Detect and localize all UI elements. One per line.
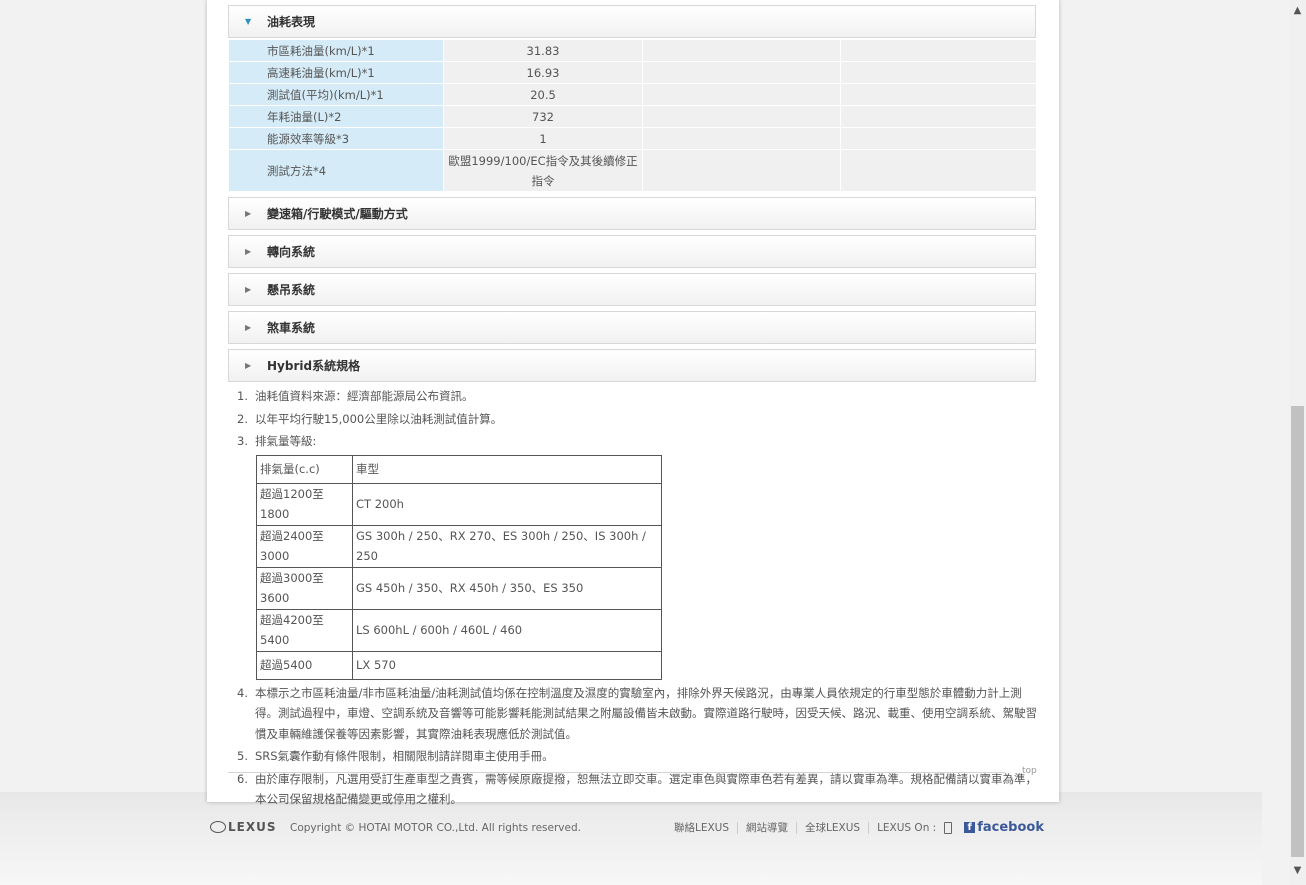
section-fuel-title: 油耗表現 xyxy=(267,15,316,29)
table-cell: GS 300h / 250、RX 270、ES 300h / 250、IS 30… xyxy=(352,524,662,568)
fuel-table: 市區耗油量(km/L)*1 31.83 高速耗油量(km/L)*1 16.93 … xyxy=(228,39,1037,192)
fuel-value: 31.83 xyxy=(443,39,643,62)
triangle-right-icon: ▶ xyxy=(245,361,252,370)
section-hybrid-title: Hybrid系統規格 xyxy=(267,359,361,373)
vertical-scrollbar[interactable]: ▲ ▼ xyxy=(1289,0,1306,885)
divider xyxy=(228,772,1005,773)
footnote-item: 6. 由於庫存限制，凡選用受訂生產車型之貴賓，需等候原廠提撥，恕無法立即交車。選定… xyxy=(237,771,1037,807)
scroll-up-icon[interactable]: ▲ xyxy=(1289,2,1306,19)
table-cell: 超過1200至1800 xyxy=(256,482,353,526)
table-row: 超過4200至5400 LS 600hL / 600h / 460L / 460 xyxy=(256,608,662,652)
section-brake-title: 煞車系統 xyxy=(267,321,316,335)
table-cell: CT 200h xyxy=(352,482,662,526)
lexus-logo[interactable]: LEXUS xyxy=(210,820,276,834)
table-cell: 超過2400至3000 xyxy=(256,524,353,568)
lexus-logo-text: LEXUS xyxy=(228,820,277,834)
triangle-right-icon: ▶ xyxy=(245,247,252,256)
footer-links: 聯絡LEXUS 網站導覽 全球LEXUS LEXUS On : f facebo… xyxy=(674,820,1044,835)
section-fuel[interactable]: ▼ 油耗表現 xyxy=(228,5,1036,38)
footnote-text: 由於庫存限制，凡選用受訂生產車型之貴賓，需等候原廠提撥，恕無法立即交車。選定車色… xyxy=(255,771,1037,807)
table-cell: 超過5400 xyxy=(256,650,353,680)
table-cell: GS 450h / 350、RX 450h / 350、ES 350 xyxy=(352,566,662,610)
top-link[interactable]: top xyxy=(1022,766,1037,776)
section-transmission[interactable]: ▶ 變速箱/行駛模式/驅動方式 xyxy=(228,197,1036,230)
table-cell: 超過3000至3600 xyxy=(256,566,353,610)
section-steering[interactable]: ▶ 轉向系統 xyxy=(228,235,1036,268)
table-cell: LX 570 xyxy=(352,650,662,680)
facebook-text: facebook xyxy=(977,820,1044,835)
fuel-value: 1 xyxy=(443,127,643,150)
table-row: 超過1200至1800 CT 200h xyxy=(256,482,662,526)
footnote-text: 以年平均行駛15,000公里除以油耗測試值計算。 xyxy=(255,411,503,426)
fuel-value: 16.93 xyxy=(443,61,643,84)
mobile-icon[interactable] xyxy=(944,821,953,834)
footer-link-sitemap[interactable]: 網站導覽 xyxy=(738,821,798,834)
fuel-value: 20.5 xyxy=(443,83,643,106)
section-transmission-title: 變速箱/行駛模式/驅動方式 xyxy=(267,207,408,221)
section-hybrid[interactable]: ▶ Hybrid系統規格 xyxy=(228,349,1036,382)
footnote-item: 5. SRS氣囊作動有條件限制，相關限制請詳閱車主使用手冊。 xyxy=(237,749,554,763)
fuel-label: 測試值(平均)(km/L)*1 xyxy=(228,83,444,106)
triangle-right-icon: ▶ xyxy=(245,209,252,218)
table-row: 超過2400至3000 GS 300h / 250、RX 270、ES 300h… xyxy=(256,524,662,568)
table-row: 能源效率等級*3 1 xyxy=(228,127,1037,150)
table-row: 年耗油量(L)*2 732 xyxy=(228,105,1037,128)
lexus-emblem-icon xyxy=(210,821,226,833)
footnote-text: 本標示之市區耗油量/非市區耗油量/油耗測試值均係在控制溫度及濕度的實驗室內，排除… xyxy=(255,685,1037,741)
footnote-text: SRS氣囊作動有條件限制，相關限制請詳閱車主使用手冊。 xyxy=(255,749,554,763)
table-header: 車型 xyxy=(352,454,662,484)
fuel-label: 高速耗油量(km/L)*1 xyxy=(228,61,444,84)
fuel-label: 測試方法*4 xyxy=(228,149,444,192)
section-steering-title: 轉向系統 xyxy=(267,245,316,259)
spec-panel: ▼ 油耗表現 市區耗油量(km/L)*1 31.83 高速耗油量(km/L)*1… xyxy=(207,0,1059,806)
scroll-down-icon[interactable]: ▼ xyxy=(1289,862,1306,879)
scrollbar-thumb[interactable] xyxy=(1291,406,1304,857)
footer-link-contact[interactable]: 聯絡LEXUS xyxy=(674,821,739,834)
table-row: 測試值(平均)(km/L)*1 20.5 xyxy=(228,83,1037,106)
table-cell: LS 600hL / 600h / 460L / 460 xyxy=(352,608,662,652)
facebook-link[interactable]: f facebook xyxy=(964,820,1044,835)
fuel-label: 年耗油量(L)*2 xyxy=(228,105,444,128)
facebook-icon: f xyxy=(964,822,976,833)
triangle-down-icon: ▼ xyxy=(245,17,252,26)
table-row: 高速耗油量(km/L)*1 16.93 xyxy=(228,61,1037,84)
fuel-label: 市區耗油量(km/L)*1 xyxy=(228,39,444,62)
section-suspension[interactable]: ▶ 懸吊系統 xyxy=(228,273,1036,306)
triangle-right-icon: ▶ xyxy=(245,285,252,294)
table-header: 排氣量(c.c) xyxy=(256,454,353,484)
lexus-on-label: LEXUS On : xyxy=(877,821,937,834)
triangle-right-icon: ▶ xyxy=(245,323,252,332)
table-row: 超過3000至3600 GS 450h / 350、RX 450h / 350、… xyxy=(256,566,662,610)
table-row: 測試方法*4 歐盟1999/100/EC指令及其後續修正指令 xyxy=(228,149,1037,192)
fuel-value: 732 xyxy=(443,105,643,128)
fuel-value: 歐盟1999/100/EC指令及其後續修正指令 xyxy=(443,149,643,192)
footnote-text: 排氣量等級: xyxy=(255,434,317,448)
copyright: Copyright © HOTAI MOTOR CO.,Ltd. All rig… xyxy=(290,822,581,834)
displacement-table: 排氣量(c.c) 車型 超過1200至1800 CT 200h 超過2400至3… xyxy=(256,454,662,680)
fuel-label: 能源效率等級*3 xyxy=(228,127,444,150)
footer-link-global[interactable]: 全球LEXUS xyxy=(797,821,870,834)
table-row: 排氣量(c.c) 車型 xyxy=(256,454,662,484)
footnote-item: 4. 本標示之市區耗油量/非市區耗油量/油耗測試值均係在控制溫度及濕度的實驗室內，… xyxy=(237,685,1037,741)
section-suspension-title: 懸吊系統 xyxy=(267,283,316,297)
section-brake[interactable]: ▶ 煞車系統 xyxy=(228,311,1036,344)
site-footer: LEXUS Copyright © HOTAI MOTOR CO.,Ltd. A… xyxy=(210,820,1050,838)
footnote-item: 2. 以年平均行駛15,000公里除以油耗測試值計算。 xyxy=(237,411,503,426)
footnote-text: 油耗值資料來源：經濟部能源局公布資訊。 xyxy=(255,389,474,403)
footnotes: 1. 油耗值資料來源：經濟部能源局公布資訊。 2. 以年平均行駛15,000公里除以… xyxy=(237,386,1037,812)
table-row: 超過5400 LX 570 xyxy=(256,650,662,680)
table-row: 市區耗油量(km/L)*1 31.83 xyxy=(228,39,1037,62)
footnote-item: 3. 排氣量等級: 排氣量(c.c) 車型 超過1200至1800 CT 200h… xyxy=(237,431,1037,680)
table-cell: 超過4200至5400 xyxy=(256,608,353,652)
footnote-item: 1. 油耗值資料來源：經濟部能源局公布資訊。 xyxy=(237,389,474,403)
